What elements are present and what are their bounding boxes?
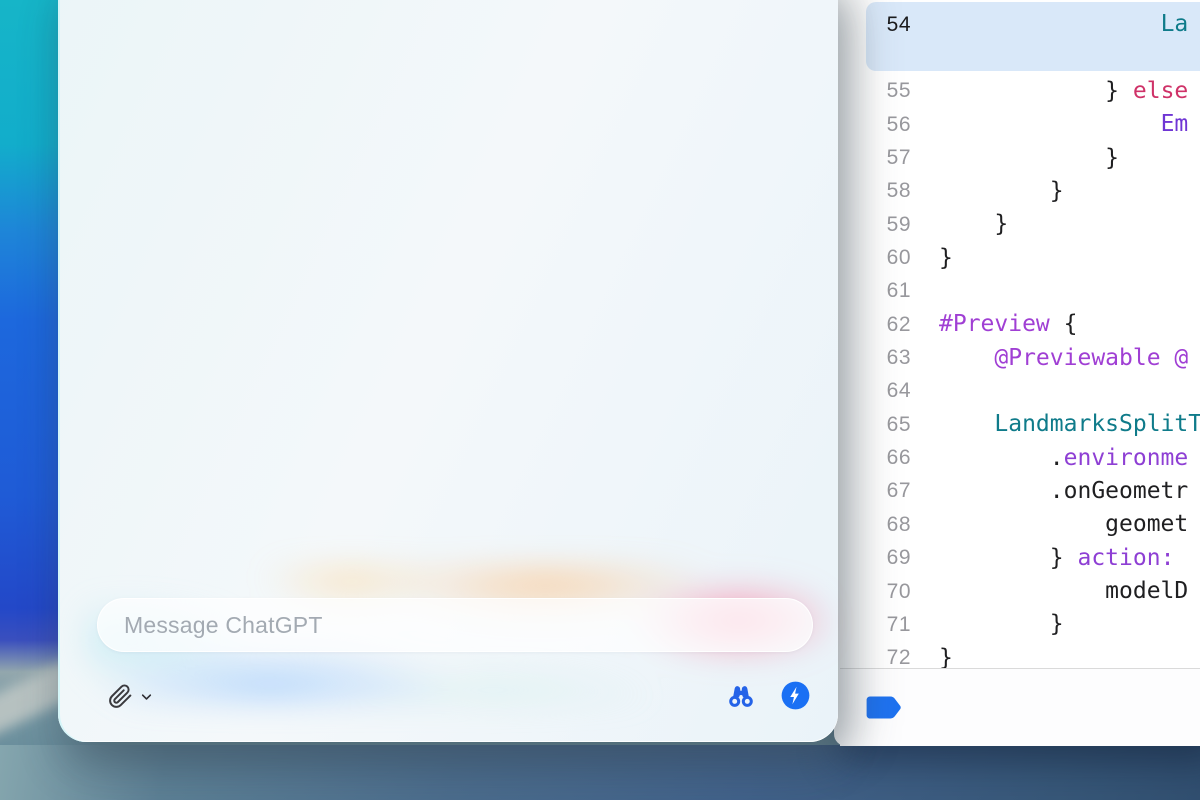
wallpaper-bottom-strip <box>0 745 1200 800</box>
line-number[interactable]: 70 <box>840 580 911 604</box>
line-number[interactable]: 60 <box>840 246 911 270</box>
code-line[interactable]: 61 <box>840 275 1200 308</box>
attach-menu-button[interactable] <box>138 689 154 703</box>
line-number[interactable]: 69 <box>840 546 911 570</box>
code-line[interactable]: 59 } <box>840 208 1200 241</box>
line-number[interactable]: 72 <box>840 646 911 670</box>
line-number[interactable]: 56 <box>840 113 911 137</box>
code-text: geomet <box>939 513 1188 536</box>
code-text: Em <box>939 113 1188 136</box>
code-line[interactable]: 56 Em <box>840 108 1200 141</box>
code-text: } else <box>939 80 1188 103</box>
code-line[interactable]: 54 La <box>840 8 1200 41</box>
code-text: .onGeometr <box>939 480 1188 503</box>
breakpoints-toggle-icon[interactable] <box>866 695 902 720</box>
code-editor[interactable]: 54 La55 } else56 Em57 }58 }59 }60}6162#P… <box>840 0 1200 746</box>
debug-bar <box>840 669 1200 746</box>
xcode-window[interactable]: 54 La55 } else56 Em57 }58 }59 }60}6162#P… <box>834 0 1200 746</box>
binoculars-icon <box>726 682 756 710</box>
line-number[interactable]: 55 <box>840 79 911 103</box>
instant-mode-button[interactable] <box>781 681 810 710</box>
line-number[interactable]: 71 <box>840 613 911 637</box>
line-number[interactable]: 65 <box>840 413 911 437</box>
code-line[interactable]: 71 } <box>840 608 1200 641</box>
line-number[interactable]: 68 <box>840 513 911 537</box>
code-text: LandmarksSplitT <box>939 413 1200 436</box>
code-text: } <box>939 180 1064 203</box>
code-text: #Preview { <box>939 313 1077 336</box>
line-number[interactable]: 54 <box>840 13 911 37</box>
line-number[interactable]: 64 <box>840 379 911 403</box>
code-line[interactable]: 65 LandmarksSplitT <box>840 408 1200 441</box>
code-text: } <box>939 247 953 270</box>
chevron-down-icon <box>139 690 154 703</box>
code-line[interactable]: 67 .onGeometr <box>840 475 1200 508</box>
message-input[interactable]: Message ChatGPT <box>97 598 813 652</box>
line-number[interactable]: 59 <box>840 213 911 237</box>
code-line[interactable]: 62 #Preview { <box>840 308 1200 341</box>
line-number[interactable]: 58 <box>840 179 911 203</box>
line-number[interactable]: 66 <box>840 446 911 470</box>
attach-button[interactable] <box>106 682 134 710</box>
code-line[interactable]: 60} <box>840 241 1200 274</box>
code-text: } <box>939 147 1119 170</box>
line-number[interactable]: 61 <box>840 279 911 303</box>
code-line[interactable]: 66 .environme <box>840 441 1200 474</box>
line-number[interactable]: 67 <box>840 479 911 503</box>
paperclip-icon <box>108 684 133 709</box>
search-apps-button[interactable] <box>726 682 756 710</box>
lightning-bolt-icon <box>781 681 810 710</box>
line-number[interactable]: 62 <box>840 313 911 337</box>
code-line[interactable]: 63 @Previewable @ <box>840 341 1200 374</box>
code-text: La <box>939 13 1188 36</box>
code-text: } <box>939 647 953 670</box>
code-line[interactable]: 58 } <box>840 175 1200 208</box>
chat-toolbar <box>58 672 838 718</box>
code-line[interactable]: 70 modelD <box>840 575 1200 608</box>
message-input-placeholder: Message ChatGPT <box>124 612 323 639</box>
code-line[interactable]: 57 } <box>840 141 1200 174</box>
code-line[interactable]: 55 } else <box>840 75 1200 108</box>
code-line[interactable]: 69 } action: <box>840 542 1200 575</box>
code-text: } <box>939 613 1064 636</box>
line-number[interactable]: 63 <box>840 346 911 370</box>
code-line-wrap <box>840 41 1200 74</box>
chatgpt-window[interactable]: Message ChatGPT <box>58 0 838 742</box>
code-line[interactable]: 68 geomet <box>840 508 1200 541</box>
line-number[interactable]: 57 <box>840 146 911 170</box>
code-lines: 54 La55 } else56 Em57 }58 }59 }60}6162#P… <box>840 8 1200 675</box>
breakpoint-tag-shape <box>867 697 901 719</box>
code-text: @Previewable @ <box>939 347 1188 370</box>
code-text: .environme <box>939 447 1188 470</box>
code-text: } action: <box>939 547 1174 570</box>
code-text: modelD <box>939 580 1188 603</box>
code-line[interactable]: 64 <box>840 375 1200 408</box>
code-text: } <box>939 213 1008 236</box>
